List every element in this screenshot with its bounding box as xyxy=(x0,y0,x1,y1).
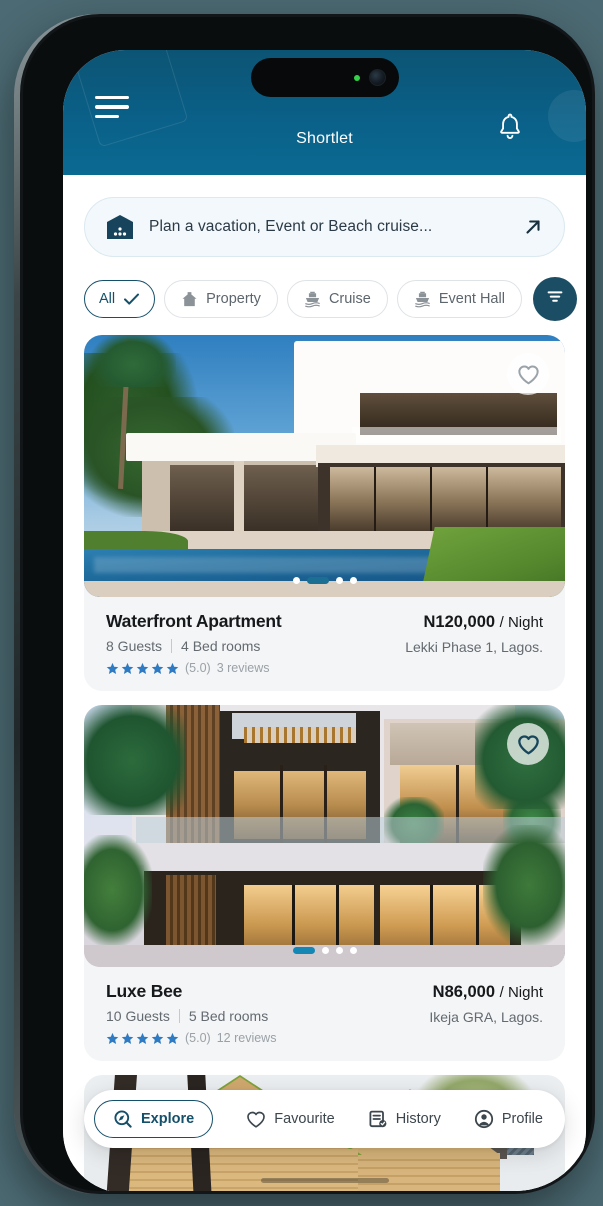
listing-guests: 10 Guests xyxy=(106,1008,170,1024)
hamburger-menu-icon[interactable] xyxy=(95,92,135,122)
star-rating-icons xyxy=(106,1032,179,1045)
warehouse-home-icon xyxy=(105,213,135,241)
heart-icon xyxy=(246,1110,266,1129)
person-circle-icon xyxy=(474,1109,494,1129)
listing-rating: (5.0) 3 reviews xyxy=(106,661,282,675)
status-led-indicator xyxy=(353,74,360,81)
filter-button[interactable] xyxy=(532,277,577,321)
nav-item-history[interactable]: History xyxy=(368,1109,441,1129)
duplex-dusk-image xyxy=(84,705,565,967)
app-header: Shortlet xyxy=(63,50,586,175)
nav-item-explore-label: Explore xyxy=(141,1111,195,1127)
price-unit: / Night xyxy=(499,984,543,1001)
villa-pool-image xyxy=(84,335,565,597)
chip-all-label: All xyxy=(99,291,116,307)
price-amount: N120,000 xyxy=(423,613,496,631)
listing-card[interactable]: Waterfront Apartment 8 Guests 4 Bed room… xyxy=(84,335,565,691)
home-indicator xyxy=(260,1178,389,1183)
listing-photo[interactable] xyxy=(84,705,565,967)
favourite-heart-icon[interactable] xyxy=(507,353,549,395)
listing-location: Lekki Phase 1, Lagos. xyxy=(405,639,543,655)
listing-bedrooms: 4 Bed rooms xyxy=(181,638,261,654)
front-camera xyxy=(368,69,386,86)
listing-title: Waterfront Apartment xyxy=(106,611,282,631)
search-input[interactable]: Plan a vacation, Event or Beach cruise..… xyxy=(84,197,565,257)
nav-item-profile-label: Profile xyxy=(501,1111,543,1127)
chip-cruise-label: Cruise xyxy=(328,291,371,307)
listing-bedrooms: 5 Bed rooms xyxy=(188,1008,269,1024)
category-filter-row: All Property Cruise Event Hall xyxy=(63,257,586,321)
ship-icon xyxy=(304,291,321,308)
nav-item-profile[interactable]: Profile xyxy=(474,1109,543,1129)
bottom-navigation-bar: Explore Favourite History Profile xyxy=(84,1090,565,1148)
listing-card[interactable]: Luxe Bee 10 Guests 5 Bed rooms (5.0) 12 … xyxy=(84,705,565,1061)
search-placeholder-text: Plan a vacation, Event or Beach cruise..… xyxy=(149,218,433,235)
search-section: Plan a vacation, Event or Beach cruise..… xyxy=(63,175,586,257)
listing-capacity: 8 Guests 4 Bed rooms xyxy=(106,638,282,654)
review-count: 3 reviews xyxy=(216,661,270,675)
nav-item-favourite[interactable]: Favourite xyxy=(246,1110,335,1129)
divider xyxy=(171,639,173,653)
listing-location: Ikeja GRA, Lagos. xyxy=(429,1009,543,1025)
favourite-heart-icon[interactable] xyxy=(507,723,549,765)
listing-photo[interactable] xyxy=(84,335,565,597)
filter-funnel-icon xyxy=(545,287,565,312)
review-count: 12 reviews xyxy=(216,1031,277,1045)
divider xyxy=(178,1009,180,1023)
listing-list: Waterfront Apartment 8 Guests 4 Bed room… xyxy=(63,321,586,1191)
price-amount: N86,000 xyxy=(432,983,496,1001)
chip-property[interactable]: Property xyxy=(164,280,278,318)
screenshot-stage: Shortlet Plan a vacation, Event or Beach… xyxy=(0,0,603,1206)
nav-item-history-label: History xyxy=(395,1111,441,1127)
listing-price: N86,000 / Night xyxy=(429,983,543,1002)
listing-capacity: 10 Guests 5 Bed rooms xyxy=(106,1008,276,1024)
phone-screen: Shortlet Plan a vacation, Event or Beach… xyxy=(63,50,586,1191)
listing-title: Luxe Bee xyxy=(106,981,183,1001)
listing-rating: (5.0) 12 reviews xyxy=(106,1031,276,1045)
house-icon xyxy=(181,291,198,308)
nav-item-favourite-label: Favourite xyxy=(274,1111,335,1127)
device-bezel: Shortlet Plan a vacation, Event or Beach… xyxy=(23,17,592,1191)
carousel-dots[interactable] xyxy=(292,947,357,954)
star-rating-icons xyxy=(106,662,179,675)
listing-meta: Waterfront Apartment 8 Guests 4 Bed room… xyxy=(84,597,565,691)
notification-bell-icon[interactable] xyxy=(496,112,524,147)
dynamic-island xyxy=(250,58,399,97)
chip-all[interactable]: All xyxy=(84,280,156,318)
listing-meta: Luxe Bee 10 Guests 5 Bed rooms (5.0) 12 … xyxy=(84,967,565,1061)
main-content: Plan a vacation, Event or Beach cruise..… xyxy=(63,175,586,1191)
history-list-icon xyxy=(368,1109,388,1129)
rating-value: (5.0) xyxy=(185,1031,211,1045)
carousel-dots[interactable] xyxy=(292,577,357,584)
chip-event-hall[interactable]: Event Hall xyxy=(396,280,522,318)
rating-value: (5.0) xyxy=(185,661,211,675)
explore-search-icon xyxy=(113,1109,133,1129)
ship-icon xyxy=(414,291,431,308)
nav-item-explore[interactable]: Explore xyxy=(94,1100,214,1138)
chip-cruise[interactable]: Cruise xyxy=(286,280,388,318)
arrow-up-right-icon[interactable] xyxy=(522,216,544,238)
chip-event-hall-label: Event Hall xyxy=(438,291,505,307)
chip-property-label: Property xyxy=(206,291,261,307)
price-unit: / Night xyxy=(499,614,543,631)
listing-guests: 8 Guests xyxy=(106,638,163,654)
check-icon xyxy=(123,292,140,306)
listing-price: N120,000 / Night xyxy=(405,613,543,632)
